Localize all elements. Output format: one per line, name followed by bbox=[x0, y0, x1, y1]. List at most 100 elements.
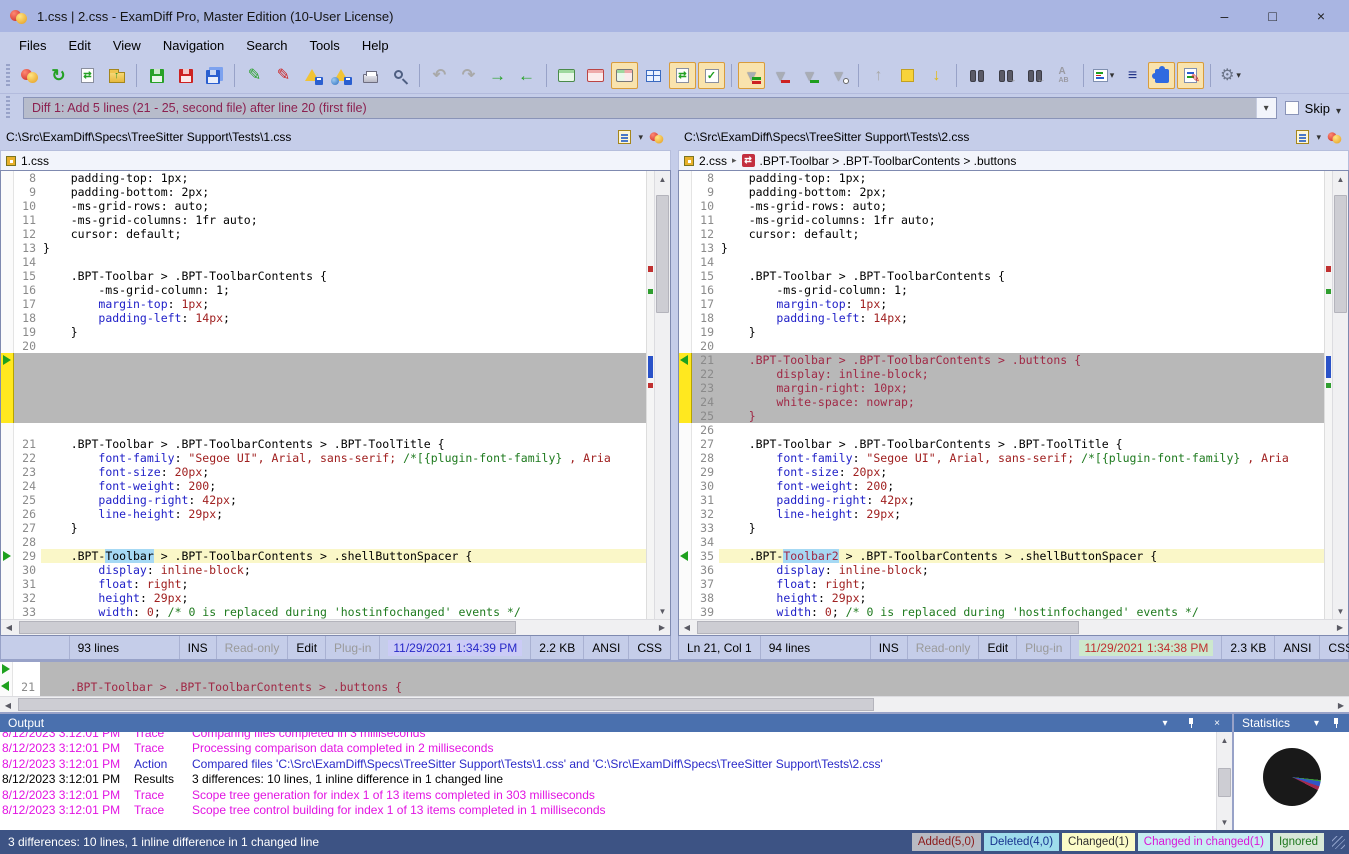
diff-stat-badge[interactable]: Changed(1) bbox=[1062, 833, 1135, 851]
output-log-row[interactable]: 8/12/2023 3:12:01 PMActionCompared files… bbox=[2, 756, 1216, 772]
status-encoding[interactable]: ANSI bbox=[1275, 636, 1320, 659]
code-line[interactable]: 12 cursor: default; bbox=[1, 227, 646, 241]
code-line[interactable]: 8 padding-top: 1px; bbox=[1, 171, 646, 185]
line-inspector-button[interactable]: ≡ bbox=[1119, 62, 1146, 89]
code-line[interactable]: 19 } bbox=[1, 325, 646, 339]
diff-stat-badge[interactable]: Changed in changed(1) bbox=[1138, 833, 1270, 851]
scroll-right-button[interactable]: ▶ bbox=[1333, 697, 1349, 713]
redo-button[interactable]: ↷ bbox=[455, 62, 482, 89]
code-line[interactable]: 34 bbox=[679, 535, 1324, 549]
output-log-row[interactable]: 8/12/2023 3:12:01 PMTraceScope tree gene… bbox=[2, 787, 1216, 803]
code-line[interactable]: 19 } bbox=[679, 325, 1324, 339]
code-line[interactable]: 33 width: 0; /* 0 is replaced during 'ho… bbox=[1, 605, 646, 619]
code-line[interactable]: 37 float: right; bbox=[679, 577, 1324, 591]
code-line[interactable]: 36 display: inline-block; bbox=[679, 563, 1324, 577]
print-preview-button[interactable] bbox=[386, 62, 413, 89]
code-line[interactable]: 12 cursor: default; bbox=[679, 227, 1324, 241]
code-line[interactable]: 18 padding-left: 14px; bbox=[1, 311, 646, 325]
code-line[interactable]: 14 bbox=[1, 255, 646, 269]
compare-icon[interactable] bbox=[1328, 131, 1342, 143]
menu-navigation[interactable]: Navigation bbox=[152, 35, 235, 56]
code-line[interactable]: 16 -ms-grid-column: 1; bbox=[1, 283, 646, 297]
scroll-down-button[interactable]: ▼ bbox=[1217, 814, 1232, 830]
menu-files[interactable]: Files bbox=[8, 35, 57, 56]
chevron-down-icon[interactable]: ▾ bbox=[1336, 106, 1341, 117]
comparison-options-toggle-button[interactable]: ✓ bbox=[698, 62, 725, 89]
scroll-right-button[interactable]: ▶ bbox=[1332, 620, 1348, 635]
code-line[interactable]: 26 line-height: 29px; bbox=[1, 507, 646, 521]
copy-block-right-button[interactable]: → bbox=[484, 62, 511, 89]
code-line[interactable]: 10 -ms-grid-rows: auto; bbox=[1, 199, 646, 213]
first-file-horizontal-scrollbar[interactable]: ◀ ▶ bbox=[1, 619, 670, 635]
output-log-row[interactable]: 8/12/2023 3:12:01 PMResults3 differences… bbox=[2, 772, 1216, 788]
code-line[interactable]: 8 padding-top: 1px; bbox=[679, 171, 1324, 185]
save-merge-remote-button[interactable] bbox=[328, 62, 355, 89]
code-line[interactable]: 28 font-family: "Segoe UI", Arial, sans-… bbox=[679, 451, 1324, 465]
print-button[interactable] bbox=[357, 62, 384, 89]
code-line[interactable]: 23 font-size: 20px; bbox=[1, 465, 646, 479]
swap-panes-button[interactable]: ⇄ bbox=[669, 62, 696, 89]
scrollbar-thumb[interactable] bbox=[19, 621, 516, 634]
merge-row[interactable] bbox=[0, 662, 1349, 679]
find-button[interactable] bbox=[963, 62, 990, 89]
recompare-button[interactable]: ↻ bbox=[45, 62, 72, 89]
code-line[interactable]: 25 padding-right: 42px; bbox=[1, 493, 646, 507]
code-line[interactable] bbox=[1, 409, 646, 423]
horizontal-layout-button[interactable] bbox=[640, 62, 667, 89]
filter-changes-button[interactable]: ▼ bbox=[796, 62, 823, 89]
replace-button[interactable]: AAB bbox=[1050, 62, 1077, 89]
code-line[interactable]: 28 bbox=[1, 535, 646, 549]
first-file-diff-map[interactable] bbox=[646, 171, 654, 619]
current-diff-button[interactable] bbox=[894, 62, 921, 89]
settings-button[interactable]: ⚙▾ bbox=[1217, 62, 1244, 89]
code-line[interactable]: 38 height: 29px; bbox=[679, 591, 1324, 605]
compare-icon[interactable] bbox=[650, 131, 664, 143]
code-line[interactable]: 10 -ms-grid-rows: auto; bbox=[679, 199, 1324, 213]
code-line[interactable]: 22 display: inline-block; bbox=[679, 367, 1324, 381]
output-log-row[interactable]: 8/12/2023 3:12:01 PMTraceProcessing comp… bbox=[2, 741, 1216, 757]
diff-stat-badge[interactable]: Ignored bbox=[1273, 833, 1324, 851]
second-file-vertical-scrollbar[interactable]: ▲ ▼ bbox=[1332, 171, 1348, 619]
pane-splitter[interactable] bbox=[671, 124, 678, 660]
breadcrumb-file-name[interactable]: 1.css bbox=[21, 154, 49, 168]
status-readonly[interactable]: Read-only bbox=[908, 636, 980, 659]
first-file-vertical-scrollbar[interactable]: ▲ ▼ bbox=[654, 171, 670, 619]
swap-and-recompare-button[interactable]: ⇄ bbox=[74, 62, 101, 89]
code-line[interactable]: 33 } bbox=[679, 521, 1324, 535]
code-line[interactable]: 31 padding-right: 42px; bbox=[679, 493, 1324, 507]
scrollbar-thumb[interactable] bbox=[697, 621, 1079, 634]
save-merge-file-button[interactable] bbox=[299, 62, 326, 89]
code-line[interactable]: 20 bbox=[1, 339, 646, 353]
code-line[interactable]: 24 font-weight: 200; bbox=[1, 479, 646, 493]
scroll-down-button[interactable]: ▼ bbox=[655, 603, 670, 619]
status-edit[interactable]: Edit bbox=[288, 636, 326, 659]
code-line[interactable] bbox=[1, 381, 646, 395]
code-line[interactable]: 27 } bbox=[1, 521, 646, 535]
status-plugin[interactable]: Plug-in bbox=[1017, 636, 1071, 659]
code-line[interactable]: 21 .BPT-Toolbar > .BPT-ToolbarContents >… bbox=[1, 437, 646, 451]
current-diff-combobox[interactable]: Diff 1: Add 5 lines (21 - 25, second fil… bbox=[23, 97, 1277, 119]
diff-stat-badge[interactable]: Added(5,0) bbox=[912, 833, 981, 851]
status-plugin[interactable]: Plug-in bbox=[326, 636, 380, 659]
code-line[interactable]: 15 .BPT-Toolbar > .BPT-ToolbarContents { bbox=[1, 269, 646, 283]
status-encoding[interactable]: ANSI bbox=[584, 636, 629, 659]
undo-button[interactable]: ↶ bbox=[426, 62, 453, 89]
code-line[interactable]: 29 font-size: 20px; bbox=[679, 465, 1324, 479]
scroll-left-button[interactable]: ◀ bbox=[0, 697, 16, 713]
find-next-button[interactable]: → bbox=[992, 62, 1019, 89]
diffbar-drag-handle[interactable] bbox=[6, 96, 10, 120]
code-line[interactable]: 18 padding-left: 14px; bbox=[679, 311, 1324, 325]
scrollbar-thumb[interactable] bbox=[1334, 195, 1347, 313]
code-line[interactable] bbox=[1, 367, 646, 381]
scroll-left-button[interactable]: ◀ bbox=[1, 620, 17, 635]
scroll-up-button[interactable]: ▲ bbox=[1217, 732, 1232, 748]
maximize-button[interactable]: □ bbox=[1268, 8, 1276, 24]
compare-button[interactable] bbox=[16, 62, 43, 89]
code-line[interactable]: 30 display: inline-block; bbox=[1, 563, 646, 577]
show-first-pane-button[interactable] bbox=[553, 62, 580, 89]
filter-deletions-button[interactable]: ▼ bbox=[767, 62, 794, 89]
show-split-panes-button[interactable] bbox=[611, 62, 638, 89]
scrollbar-thumb[interactable] bbox=[18, 698, 874, 711]
code-line[interactable] bbox=[1, 353, 646, 367]
chevron-down-icon[interactable]: ▾ bbox=[1316, 132, 1321, 143]
